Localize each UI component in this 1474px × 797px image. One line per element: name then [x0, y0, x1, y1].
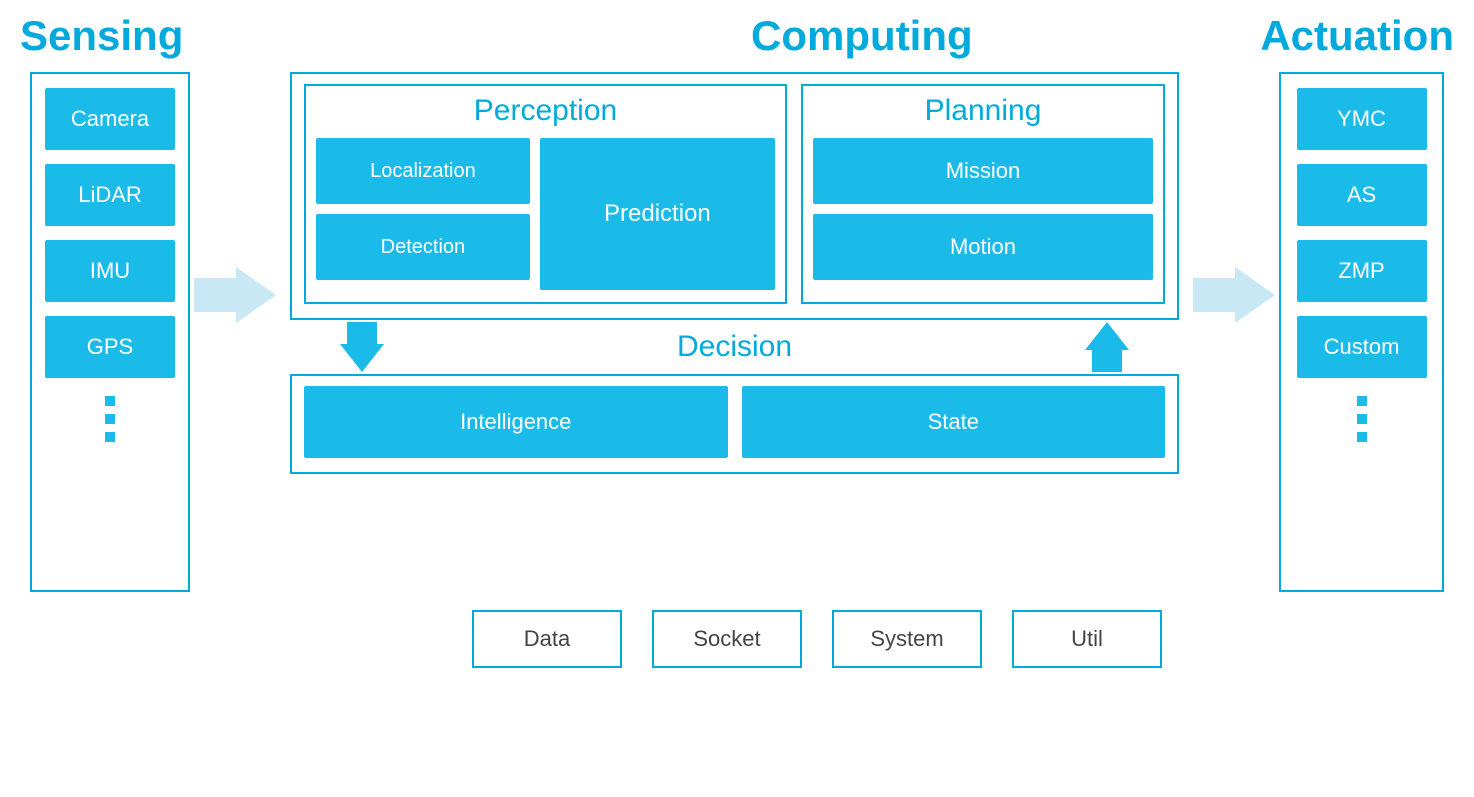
- perception-box: Perception Localization Detection Predic…: [304, 84, 787, 304]
- sensing-dots: [105, 396, 115, 442]
- perception-left: Localization Detection: [316, 138, 530, 290]
- computing-title: Computing: [751, 12, 973, 60]
- gps-box: GPS: [45, 316, 175, 378]
- system-box: System: [832, 610, 982, 668]
- intelligence-box: Intelligence: [304, 386, 728, 458]
- dot3: [105, 432, 115, 442]
- perception-right: Prediction: [540, 138, 775, 290]
- arrow-up-shaft: [1092, 350, 1122, 372]
- dot4: [1357, 396, 1367, 406]
- arrow-head: [236, 267, 276, 323]
- bottom-row: Data Socket System Util: [20, 610, 1454, 668]
- planning-box: Planning Mission Motion: [801, 84, 1165, 304]
- arrows-row: Decision: [290, 320, 1179, 374]
- dot5: [1357, 414, 1367, 424]
- arrow-shaft2: [1193, 278, 1235, 312]
- perception-label: Perception: [316, 94, 775, 128]
- arrow-up-container: [1085, 322, 1129, 372]
- arrow-down-shaft: [347, 322, 377, 344]
- socket-box: Socket: [652, 610, 802, 668]
- custom-box: Custom: [1297, 316, 1427, 378]
- ymc-box: YMC: [1297, 88, 1427, 150]
- as-box: AS: [1297, 164, 1427, 226]
- computing-section: Perception Localization Detection Predic…: [290, 72, 1179, 474]
- perc-plan-inner: Perception Localization Detection Predic…: [304, 84, 1165, 304]
- perception-planning-outer: Perception Localization Detection Predic…: [290, 72, 1179, 320]
- camera-box: Camera: [45, 88, 175, 150]
- decision-inner: Intelligence State: [304, 386, 1165, 458]
- decision-label: Decision: [677, 330, 792, 364]
- util-box: Util: [1012, 610, 1162, 668]
- mission-box: Mission: [813, 138, 1153, 204]
- arrow-sensing-computing: [194, 267, 276, 323]
- planning-contents: Mission Motion: [813, 138, 1153, 280]
- lidar-box: LiDAR: [45, 164, 175, 226]
- top-labels: Sensing Computing Actuation: [0, 12, 1474, 60]
- arrow-head2: [1235, 267, 1275, 323]
- decision-outer: Intelligence State: [290, 374, 1179, 474]
- imu-box: IMU: [45, 240, 175, 302]
- actuation-title: Actuation: [1260, 12, 1454, 60]
- perception-contents: Localization Detection Prediction: [316, 138, 775, 290]
- arrow-down-container: [340, 322, 384, 372]
- dot2: [105, 414, 115, 424]
- arrow-shaft: [194, 278, 236, 312]
- arrow-computing-actuation: [1193, 267, 1275, 323]
- localization-box: Localization: [316, 138, 530, 204]
- dot6: [1357, 432, 1367, 442]
- prediction-box: Prediction: [540, 138, 775, 290]
- layout-row: Camera LiDAR IMU GPS Perception: [20, 72, 1454, 592]
- state-box: State: [742, 386, 1166, 458]
- planning-label: Planning: [813, 94, 1153, 128]
- data-box: Data: [472, 610, 622, 668]
- arrow-up-head: [1085, 322, 1129, 350]
- motion-box: Motion: [813, 214, 1153, 280]
- sensing-title: Sensing: [20, 12, 183, 60]
- sensing-column: Camera LiDAR IMU GPS: [30, 72, 190, 592]
- actuation-column: YMC AS ZMP Custom: [1279, 72, 1444, 592]
- actuation-dots: [1357, 396, 1367, 442]
- main-container: Sensing Computing Actuation Camera LiDAR…: [0, 0, 1474, 797]
- arrow-down-head: [340, 344, 384, 372]
- detection-box: Detection: [316, 214, 530, 280]
- zmp-box: ZMP: [1297, 240, 1427, 302]
- dot1: [105, 396, 115, 406]
